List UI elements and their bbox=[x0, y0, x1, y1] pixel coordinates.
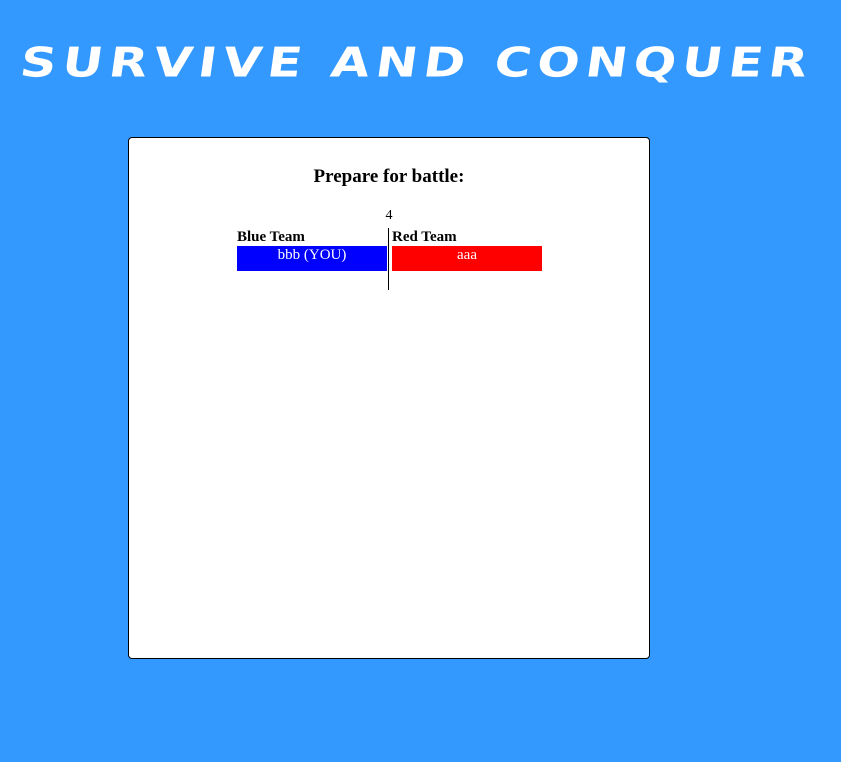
team-divider bbox=[388, 228, 389, 290]
lobby-panel: Prepare for battle: 4 Blue Team bbb (YOU… bbox=[128, 137, 650, 659]
game-logo: SURVIVE AND CONQUER bbox=[17, 38, 817, 87]
blue-team-column: Blue Team bbb (YOU) bbox=[237, 229, 387, 271]
red-team-column: Red Team aaa bbox=[392, 229, 542, 271]
countdown-timer: 4 bbox=[385, 208, 393, 223]
blue-team-title: Blue Team bbox=[237, 229, 305, 245]
lobby-heading: Prepare for battle: bbox=[313, 166, 465, 187]
red-team-title: Red Team bbox=[392, 229, 457, 245]
blue-team-player: bbb (YOU) bbox=[237, 246, 387, 271]
red-team-player: aaa bbox=[392, 246, 542, 271]
